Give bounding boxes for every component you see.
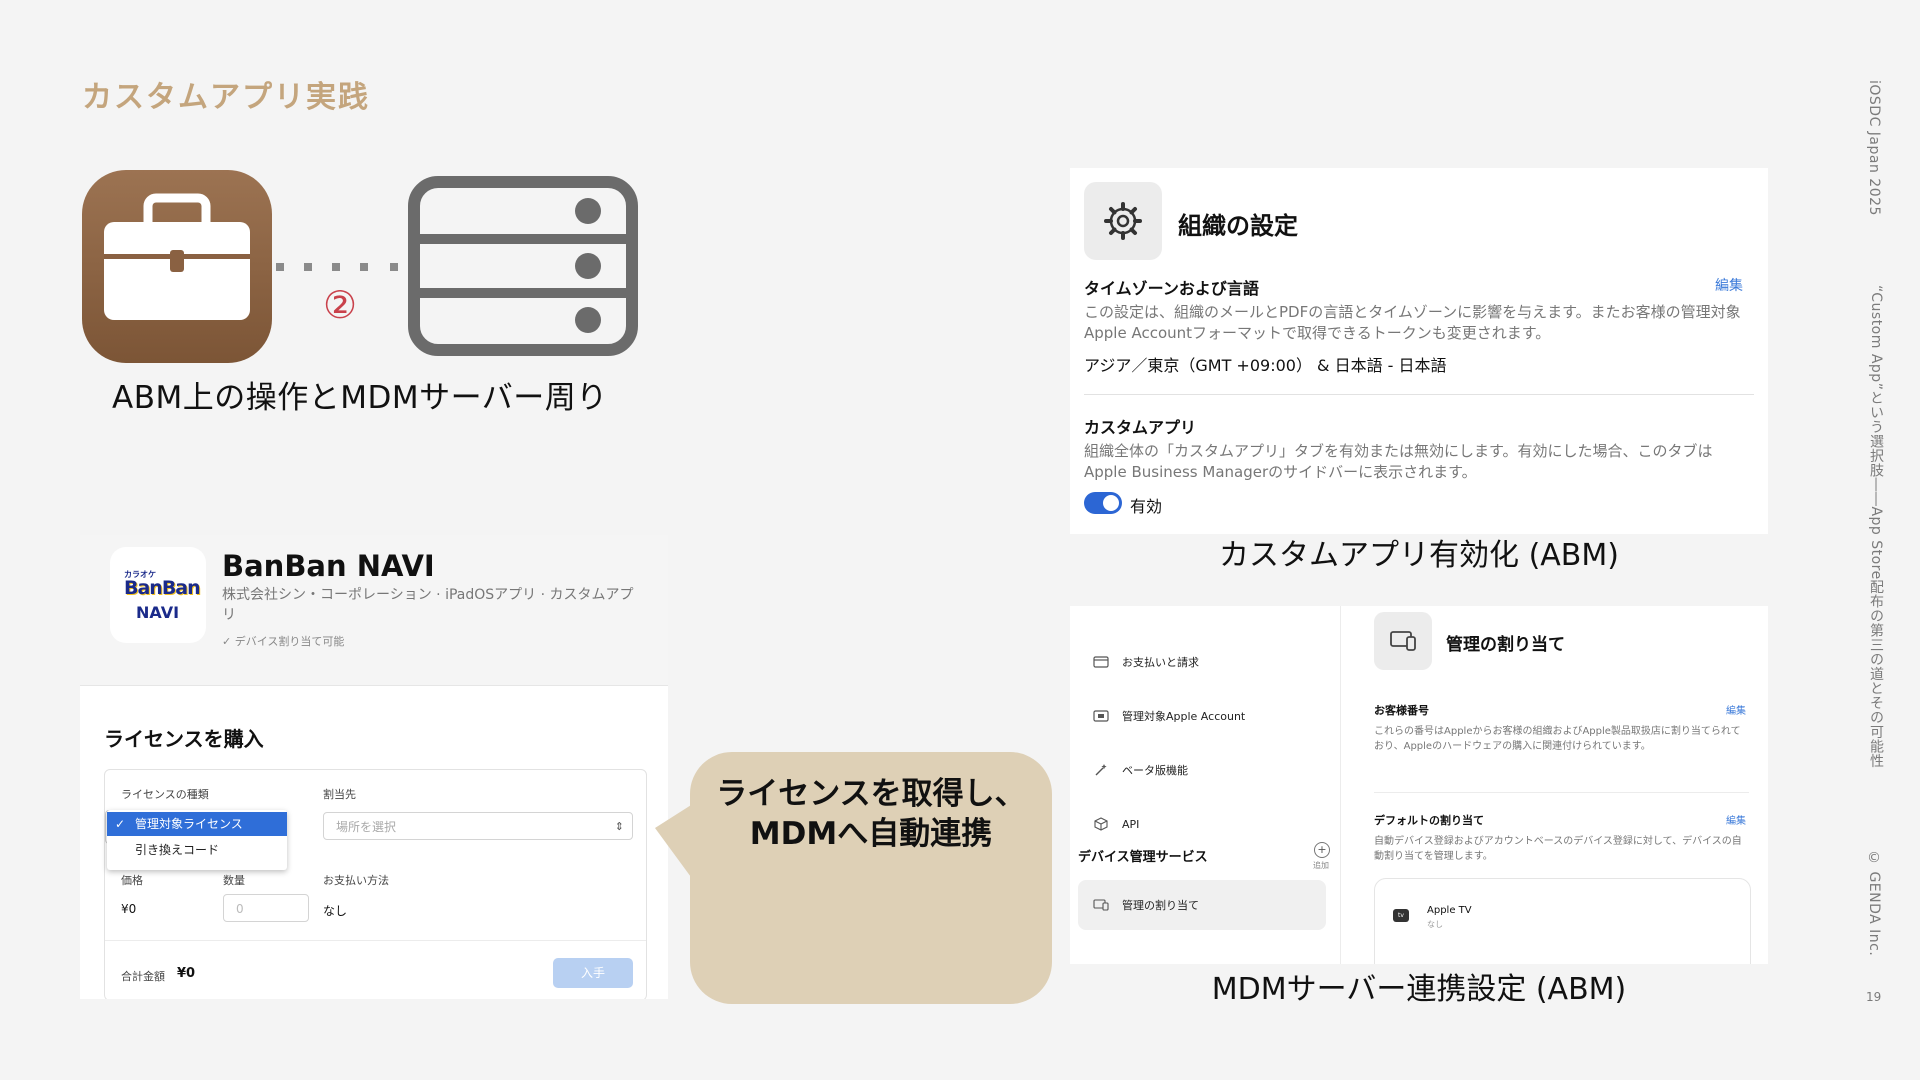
customer-number-edit-link[interactable]: 編集 bbox=[1726, 702, 1746, 717]
custom-app-enable-caption: カスタムアプリ有効化 (ABM) bbox=[1219, 538, 1619, 573]
id-card-icon bbox=[1092, 709, 1110, 723]
license-type-dropdown: ✓ 管理対象ライセンス 引き換えコード bbox=[107, 810, 287, 870]
cube-icon bbox=[1092, 817, 1110, 831]
license-option-redeem-code[interactable]: 引き換えコード bbox=[135, 840, 219, 860]
sidebar-item-label: お支払いと請求 bbox=[1122, 656, 1199, 669]
custom-apps-toggle-label: 有効 bbox=[1130, 497, 1163, 516]
sidebar-item-billing[interactable]: お支払いと請求 bbox=[1092, 652, 1199, 672]
device-assignment-value: なし bbox=[1427, 920, 1443, 929]
custom-apps-heading: カスタムアプリ bbox=[1084, 418, 1197, 437]
org-settings-title: 組織の設定 bbox=[1178, 212, 1298, 240]
app-subtitle: 株式会社シン・コーポレーション · iPadOSアプリ · カスタムアプリ bbox=[222, 587, 634, 623]
mdm-sidebar: お支払いと請求 管理対象Apple Account ベータ版機能 API デバイ… bbox=[1070, 606, 1341, 964]
org-settings-panel: 組織の設定 タイムゾーンおよび言語 編集 この設定は、組織のメールとPDFの言語… bbox=[1070, 168, 1768, 534]
location-placeholder: 場所を選択 bbox=[336, 820, 397, 834]
purchase-title: ライセンスを購入 bbox=[104, 727, 264, 751]
default-assignment-heading: デフォルトの割り当て bbox=[1374, 814, 1484, 827]
customer-number-description: これらの番号はAppleからお客様の組織およびApple製品取扱店に割り当てられ… bbox=[1374, 726, 1741, 752]
total-value: ¥0 bbox=[177, 966, 196, 981]
connector-dot bbox=[332, 263, 340, 271]
card-icon bbox=[1092, 655, 1110, 669]
add-icon[interactable]: + bbox=[1314, 842, 1330, 858]
sidebar-item-api[interactable]: API bbox=[1092, 814, 1139, 834]
management-assignment-title: 管理の割り当て bbox=[1446, 635, 1565, 655]
add-label: 追加 bbox=[1313, 861, 1329, 870]
talk-title: “Custom App”という選択肢――App Store配布の第三の道とその可… bbox=[1868, 285, 1884, 769]
timezone-description: この設定は、組織のメールとPDFの言語とタイムゾーンに影響を与えます。またお客様… bbox=[1084, 303, 1741, 342]
diagram-caption: ABM上の操作とMDMサーバー周り bbox=[112, 380, 608, 416]
mdm-assignment-panel: お支払いと請求 管理対象Apple Account ベータ版機能 API デバイ… bbox=[1070, 606, 1768, 964]
connector-dot bbox=[304, 263, 312, 271]
apple-tv-icon: tv bbox=[1393, 909, 1409, 922]
divider bbox=[1374, 792, 1749, 793]
page-number: 19 bbox=[1866, 990, 1882, 1004]
slide-title: カスタムアプリ実践 bbox=[82, 80, 370, 115]
sidebar-item-label: ベータ版機能 bbox=[1122, 764, 1188, 777]
payment-method-label: お支払い方法 bbox=[323, 874, 389, 887]
sidebar-item-label: 管理の割り当て bbox=[1122, 899, 1199, 912]
price-value: ¥0 bbox=[121, 902, 137, 916]
bubble-line-2: MDMへ自動連携 bbox=[749, 816, 993, 852]
timezone-value: アジア／東京（GMT +09:00） & 日本語 - 日本語 bbox=[1084, 356, 1447, 375]
payment-method-value: なし bbox=[323, 904, 348, 918]
magic-wand-icon bbox=[1092, 763, 1110, 777]
copyright: © GENDA Inc. bbox=[1866, 850, 1882, 957]
bubble-line-1: ライセンスを取得し、 bbox=[716, 776, 1026, 812]
device-name: Apple TV bbox=[1427, 905, 1472, 916]
app-license-panel: カラオケ BanBan NAVI BanBan NAVI 株式会社シン・コーポレ… bbox=[80, 535, 668, 999]
custom-apps-description: 組織全体の「カスタムアプリ」タブを有効または無効にします。有効にした場合、このタ… bbox=[1084, 442, 1713, 481]
app-header: カラオケ BanBan NAVI BanBan NAVI 株式会社シン・コーポレ… bbox=[80, 535, 668, 686]
event-name: iOSDC Japan 2025 bbox=[1866, 80, 1882, 216]
logo-text-mid: BanBan bbox=[124, 577, 201, 599]
toggle-knob bbox=[1103, 495, 1119, 511]
server-icon bbox=[408, 176, 638, 356]
sidebar-item-label: 管理対象Apple Account bbox=[1122, 710, 1246, 723]
custom-apps-toggle[interactable] bbox=[1084, 492, 1122, 514]
app-logo: カラオケ BanBan NAVI bbox=[110, 547, 206, 643]
device-management-heading: デバイス管理サービス bbox=[1078, 850, 1208, 865]
license-type-label: ライセンスの種類 bbox=[121, 788, 209, 801]
device-assignment-card[interactable]: tv Apple TV なし bbox=[1374, 878, 1751, 964]
quantity-input[interactable]: 0 bbox=[223, 894, 309, 922]
checkmark-icon: ✓ bbox=[115, 817, 126, 831]
sidebar-item-label: API bbox=[1122, 817, 1140, 831]
assign-to-label: 割当先 bbox=[323, 788, 356, 801]
location-select[interactable]: 場所を選択 ⇕ bbox=[323, 812, 633, 840]
sidebar-item-row: 管理の割り当て bbox=[1092, 895, 1199, 915]
mdm-settings-caption: MDMサーバー連携設定 (ABM) bbox=[1211, 972, 1627, 1007]
mdm-main-content: 管理の割り当て お客様番号 編集 これらの番号はAppleからお客様の組織および… bbox=[1340, 606, 1768, 964]
logo-text-bottom: NAVI bbox=[136, 603, 180, 622]
speech-bubble-text: ライセンスを取得し、 MDMへ自動連携 bbox=[690, 774, 1052, 854]
step-number: ② bbox=[322, 283, 358, 327]
connector-dot bbox=[360, 263, 368, 271]
sidebar-item-beta[interactable]: ベータ版機能 bbox=[1092, 760, 1188, 780]
divider bbox=[1084, 394, 1754, 395]
gear-icon bbox=[1084, 182, 1162, 260]
price-label: 価格 bbox=[121, 874, 143, 887]
divider bbox=[105, 940, 646, 941]
get-button[interactable]: 入手 bbox=[553, 958, 633, 988]
connector-dot bbox=[276, 263, 284, 271]
customer-number-heading: お客様番号 bbox=[1374, 704, 1429, 717]
connector-dot bbox=[390, 263, 398, 271]
license-option-managed[interactable]: ✓ 管理対象ライセンス bbox=[107, 812, 287, 836]
app-name: BanBan NAVI bbox=[222, 549, 435, 583]
updown-chevron-icon: ⇕ bbox=[614, 820, 624, 833]
devices-icon bbox=[1374, 612, 1432, 670]
devices-icon bbox=[1092, 898, 1110, 912]
sidebar-item-management-assignment[interactable]: 管理の割り当て bbox=[1078, 880, 1326, 930]
total-label: 合計金額 bbox=[121, 970, 165, 983]
default-assignment-edit-link[interactable]: 編集 bbox=[1726, 812, 1746, 827]
sidebar-item-managed-account[interactable]: 管理対象Apple Account bbox=[1092, 706, 1245, 726]
default-assignment-description: 自動デバイス登録およびアカウントベースのデバイス登録に対して、デバイスの自動割り… bbox=[1374, 836, 1742, 862]
timezone-heading: タイムゾーンおよび言語 bbox=[1084, 279, 1259, 298]
briefcase-icon bbox=[82, 170, 272, 363]
quantity-label: 数量 bbox=[223, 874, 245, 887]
license-option-label: 管理対象ライセンス bbox=[135, 817, 243, 831]
device-assignable-badge: ✓ デバイス割り当て可能 bbox=[222, 635, 345, 648]
purchase-form: ライセンスの種類 割当先 ⇕ ✓ 管理対象ライセンス 引き換えコード 場所を選択… bbox=[104, 769, 647, 999]
timezone-edit-link[interactable]: 編集 bbox=[1715, 275, 1743, 295]
